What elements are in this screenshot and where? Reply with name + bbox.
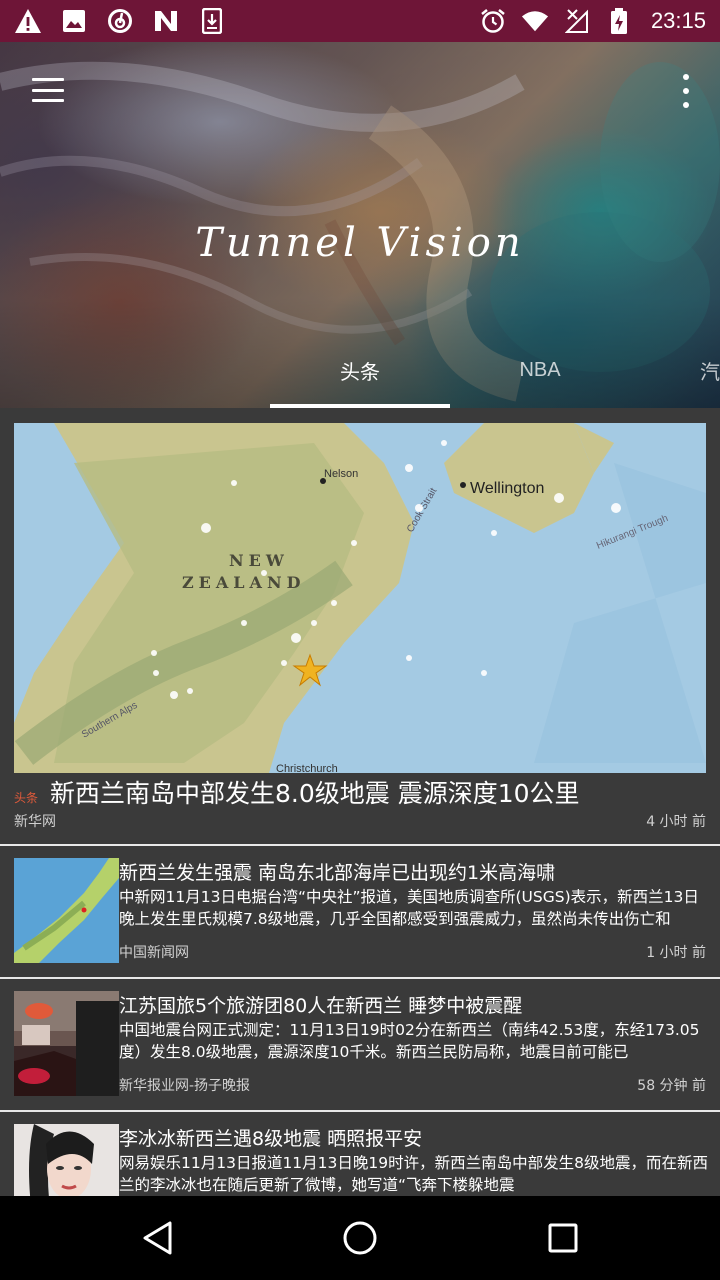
tab-headlines[interactable]: 头条 bbox=[270, 348, 450, 392]
screen: 23:15 Tunnel Vision 头条 NBA 汽 NEW ZEALAND… bbox=[0, 0, 720, 1280]
back-triangle-icon[interactable] bbox=[136, 1216, 180, 1260]
item-time: 1 小时 前 bbox=[646, 945, 706, 961]
wifi-icon bbox=[521, 7, 549, 35]
featured-map-image[interactable]: NEW ZEALAND Wellington Nelson Christchur… bbox=[14, 423, 706, 773]
app-title: Tunnel Vision bbox=[195, 220, 525, 266]
item-time: 58 分钟 前 bbox=[637, 1078, 706, 1094]
download-icon bbox=[198, 7, 226, 35]
item-title: 李冰冰新西兰遇8级地震 晒照报平安 bbox=[119, 1128, 423, 1150]
tab-nba[interactable]: NBA bbox=[450, 348, 630, 392]
netease-music-icon bbox=[106, 7, 134, 35]
home-circle-icon[interactable] bbox=[338, 1216, 382, 1260]
list-item[interactable]: 江苏国旅5个旅游团80人在新西兰 睡梦中被震醒 中国地震台网正式测定：11月13… bbox=[0, 979, 720, 1110]
navigation-bar bbox=[0, 1196, 720, 1280]
news-n-icon bbox=[152, 7, 180, 35]
map-thumbnail bbox=[14, 858, 119, 963]
app-header: Tunnel Vision 头条 NBA 汽 bbox=[0, 42, 720, 408]
map-label-nelson: Nelson bbox=[324, 468, 358, 480]
item-description: 中国地震台网正式测定：11月13日19时02分在新西兰（南纬42.53度，东经1… bbox=[119, 1021, 700, 1061]
map-label-zealand: ZEALAND bbox=[182, 573, 305, 592]
hamburger-menu-icon[interactable] bbox=[26, 72, 70, 108]
status-bar: 23:15 bbox=[0, 0, 720, 42]
map-label-new: NEW bbox=[229, 551, 289, 570]
recents-square-icon[interactable] bbox=[541, 1216, 585, 1260]
featured-article[interactable]: NEW ZEALAND Wellington Nelson Christchur… bbox=[0, 408, 720, 844]
featured-source: 新华网 bbox=[14, 814, 56, 830]
list-item[interactable]: 新西兰发生强震 南岛东北部海岸已出现约1米高海啸 中新网11月13日电据台湾“中… bbox=[0, 846, 720, 977]
alarm-icon bbox=[479, 7, 507, 35]
featured-title[interactable]: 新西兰南岛中部发生8.0级地震 震源深度10公里 bbox=[50, 774, 580, 810]
list-item[interactable]: 李冰冰新西兰遇8级地震 晒照报平安 网易娱乐11月13日报道11月13日晚19时… bbox=[0, 1112, 720, 1196]
battery-charging-icon bbox=[605, 7, 633, 35]
featured-tag: 头条 bbox=[14, 791, 39, 805]
featured-time: 4 小时 前 bbox=[646, 814, 706, 830]
item-source: 中国新闻网 bbox=[119, 945, 189, 961]
portrait-photo-thumbnail bbox=[14, 1124, 119, 1196]
tab-auto[interactable]: 汽 bbox=[630, 348, 720, 392]
item-title: 新西兰发生强震 南岛东北部海岸已出现约1米高海啸 bbox=[119, 862, 556, 884]
item-source: 新华报业网-扬子晚报 bbox=[119, 1078, 251, 1094]
item-title: 江苏国旅5个旅游团80人在新西兰 睡梦中被震醒 bbox=[119, 995, 523, 1017]
news-feed[interactable]: NEW ZEALAND Wellington Nelson Christchur… bbox=[0, 408, 720, 1196]
item-description: 网易娱乐11月13日报道11月13日晚19时许，新西兰南岛中部发生8级地震，而在… bbox=[119, 1154, 708, 1194]
item-description: 中新网11月13日电据台湾“中央社”报道，美国地质调查所(USGS)表示，新西兰… bbox=[119, 888, 699, 928]
category-tabs: 头条 NBA 汽 bbox=[0, 348, 720, 408]
image-icon bbox=[60, 7, 88, 35]
warning-icon bbox=[14, 7, 42, 35]
status-time: 23:15 bbox=[650, 8, 706, 33]
bedroom-photo-thumbnail bbox=[14, 991, 119, 1096]
map-label-wellington: Wellington bbox=[470, 480, 544, 497]
map-label-christchurch: Christchurch bbox=[276, 763, 338, 773]
overflow-more-icon[interactable] bbox=[678, 74, 694, 108]
signal-off-icon bbox=[563, 7, 591, 35]
